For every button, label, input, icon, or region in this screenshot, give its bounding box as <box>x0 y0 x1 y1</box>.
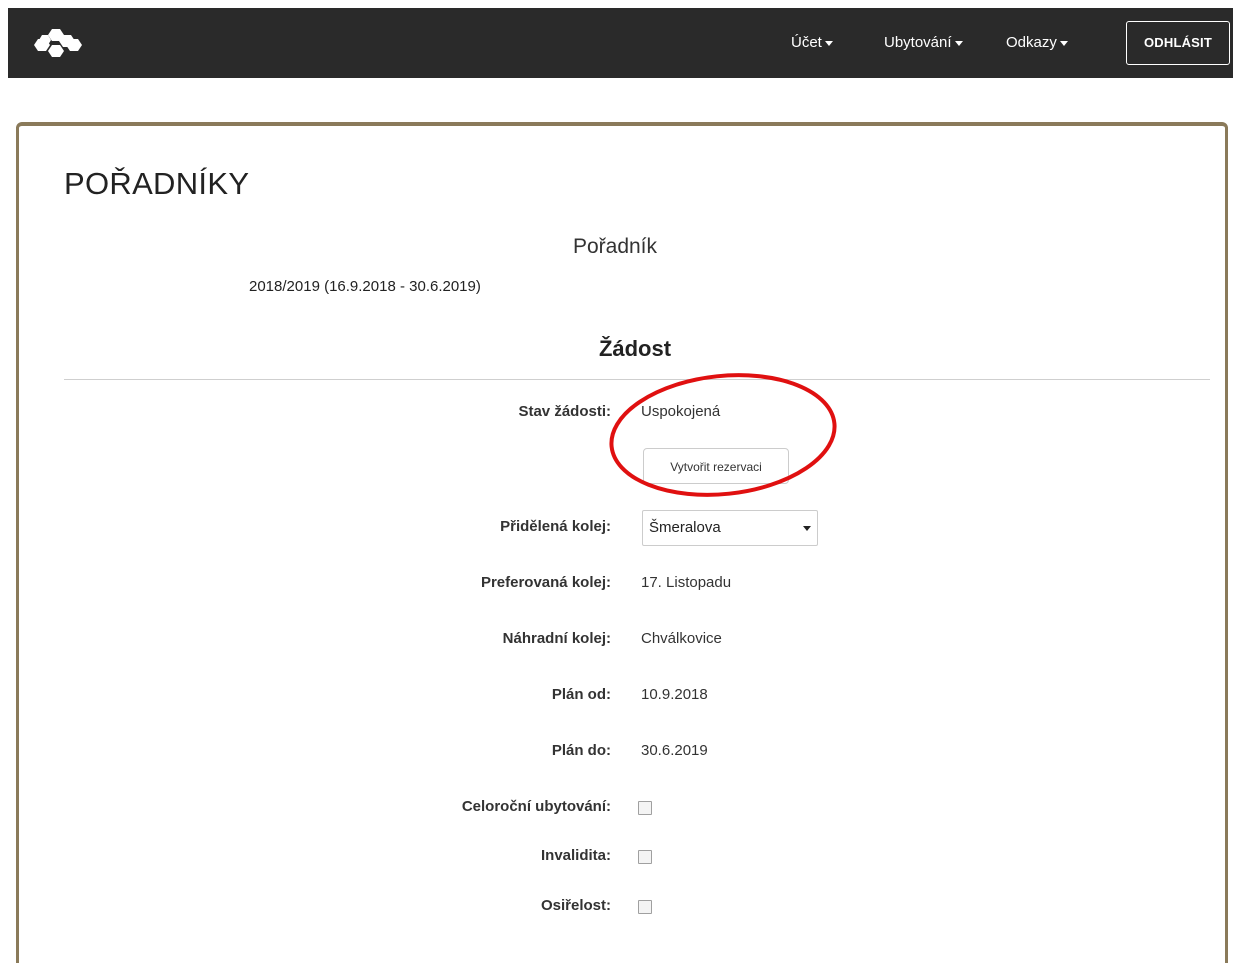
chevron-down-icon <box>1059 40 1068 46</box>
section-divider <box>64 379 1210 380</box>
queue-subtitle: Pořadník <box>572 235 658 258</box>
nav-item-links-label: Odkazy <box>1006 34 1057 51</box>
year-round-label: Celoroční ubytování: <box>461 798 611 815</box>
page-title: POŘADNÍKY <box>64 166 250 201</box>
plan-from-value: 10.9.2018 <box>641 686 708 703</box>
create-reservation-button[interactable]: Vytvořit rezervaci <box>643 448 789 484</box>
alternate-dorm-value: Chválkovice <box>641 630 722 647</box>
assigned-dorm-value: Šmeralova <box>649 519 721 536</box>
plan-to-value: 30.6.2019 <box>641 742 708 759</box>
nav-item-links[interactable]: Odkazy <box>1006 8 1068 78</box>
nav-item-accommodation-label: Ubytování <box>884 34 952 51</box>
nav-item-accommodation[interactable]: Ubytování <box>884 8 963 78</box>
chevron-down-icon <box>824 40 833 46</box>
disability-checkbox[interactable] <box>638 850 652 864</box>
disability-label: Invalidita: <box>540 847 611 864</box>
orphan-checkbox[interactable] <box>638 900 652 914</box>
preferred-dorm-value: 17. Listopadu <box>641 574 732 591</box>
chevron-down-icon <box>803 526 811 531</box>
year-round-checkbox[interactable] <box>638 801 652 815</box>
assigned-dorm-select[interactable]: Šmeralova <box>642 510 818 546</box>
nav-item-account-label: Účet <box>791 34 822 51</box>
preferred-dorm-label: Preferovaná kolej: <box>480 574 611 591</box>
queue-period: 2018/2019 (16.9.2018 - 30.6.2019) <box>249 278 481 295</box>
alternate-dorm-label: Náhradní kolej: <box>502 630 611 647</box>
top-navbar: Účet Ubytování Odkazy ODHLÁSIT <box>8 8 1233 78</box>
plan-to-label: Plán do: <box>551 742 611 759</box>
chevron-down-icon <box>954 40 963 46</box>
request-section-title: Žádost <box>598 336 672 361</box>
status-value: Uspokojená <box>641 403 721 420</box>
nav-item-account[interactable]: Účet <box>791 8 833 78</box>
logout-button[interactable]: ODHLÁSIT <box>1126 21 1230 65</box>
orphan-label: Osiřelost: <box>540 897 611 914</box>
hexagon-cluster-logo-icon[interactable] <box>30 25 90 61</box>
status-label: Stav žádosti: <box>518 403 611 420</box>
plan-from-label: Plán od: <box>551 686 611 703</box>
assigned-dorm-label: Přidělená kolej: <box>500 518 611 535</box>
page: Účet Ubytování Odkazy ODHLÁSIT POŘADNÍKY… <box>0 0 1233 963</box>
